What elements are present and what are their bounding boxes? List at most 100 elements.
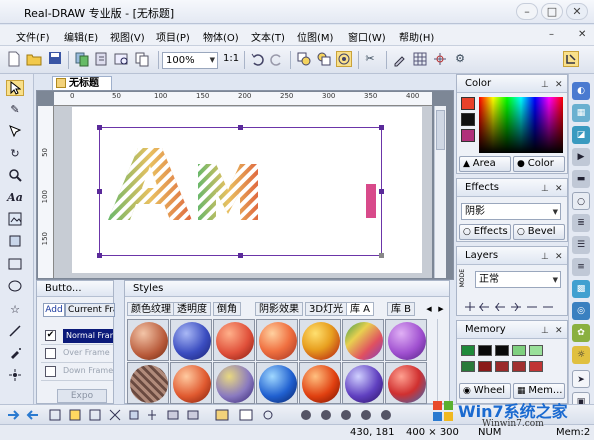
style-swatch[interactable] bbox=[342, 362, 384, 404]
navigator-panel-toggle-icon[interactable]: ◎ bbox=[572, 302, 590, 320]
memory-swatch[interactable] bbox=[478, 345, 492, 356]
resize-handle[interactable] bbox=[238, 125, 243, 130]
tab-color-texture[interactable]: 颜色纹理 bbox=[127, 302, 175, 316]
tab-color[interactable]: ● Color bbox=[513, 156, 565, 172]
checkbox[interactable] bbox=[45, 366, 56, 377]
eyedropper-icon[interactable] bbox=[392, 51, 408, 67]
text-tool-icon[interactable]: Aa bbox=[6, 190, 24, 206]
layers-panel-toggle-icon[interactable]: ☰ bbox=[572, 236, 590, 254]
resize-handle[interactable] bbox=[97, 189, 102, 194]
memory-swatch[interactable] bbox=[495, 345, 509, 356]
panel-close-icon[interactable]: ✕ bbox=[555, 249, 563, 266]
pin-icon[interactable]: ⊥ bbox=[541, 181, 549, 198]
document-tab[interactable]: 无标题 bbox=[52, 76, 112, 90]
menu-help[interactable]: 帮助(H) bbox=[399, 29, 434, 44]
tab-shadow[interactable]: 阴影效果 bbox=[255, 302, 303, 316]
tab-current-frame[interactable]: Current Fra bbox=[65, 303, 115, 317]
style-swatch[interactable] bbox=[170, 319, 212, 361]
line-tool-icon[interactable] bbox=[6, 324, 24, 340]
list-item[interactable]: Over Frame bbox=[41, 345, 113, 363]
resize-handle[interactable] bbox=[238, 253, 243, 258]
list-item[interactable]: ✔ Normal Frame bbox=[41, 327, 113, 345]
cursor-panel-toggle-icon[interactable]: ➤ bbox=[572, 370, 590, 388]
snap-icon[interactable] bbox=[432, 51, 448, 67]
tab-scroll-right-icon[interactable]: ▶ bbox=[435, 302, 447, 316]
pen-tool-icon[interactable]: ✎ bbox=[6, 102, 24, 118]
copy-icon[interactable] bbox=[134, 51, 150, 67]
node-edit-icon[interactable] bbox=[6, 124, 24, 140]
image-tool-icon[interactable] bbox=[6, 212, 24, 228]
scissors-icon[interactable]: ✂ bbox=[362, 51, 378, 67]
color-panel-toggle-icon[interactable]: ◐ bbox=[572, 82, 590, 100]
panel-close-icon[interactable]: ✕ bbox=[555, 181, 563, 198]
memory-swatch[interactable] bbox=[461, 361, 475, 372]
style-swatch[interactable] bbox=[127, 362, 169, 404]
grid-panel-toggle-icon[interactable]: ▩ bbox=[572, 280, 590, 298]
style-swatch[interactable] bbox=[299, 362, 341, 404]
mdi-minimize-button[interactable]: – bbox=[549, 29, 554, 40]
close-button[interactable]: ✕ bbox=[566, 3, 588, 20]
style-swatch[interactable] bbox=[213, 319, 255, 361]
stack-panel-toggle-icon[interactable]: ≣ bbox=[572, 214, 590, 232]
panel-close-icon[interactable]: ✕ bbox=[555, 77, 563, 94]
shape-group-icon[interactable] bbox=[336, 51, 352, 67]
memory-swatch[interactable] bbox=[495, 361, 509, 372]
texture-panel-toggle-icon[interactable]: ◪ bbox=[572, 126, 590, 144]
styles-scrollbar[interactable] bbox=[437, 319, 449, 401]
tab-bevel[interactable]: 倒角 bbox=[213, 302, 241, 316]
transform-icon[interactable]: ↻ bbox=[6, 146, 24, 162]
tab-add[interactable]: Add bbox=[43, 303, 65, 317]
pin-icon[interactable]: ⊥ bbox=[541, 323, 549, 340]
menu-file[interactable]: 文件(F) bbox=[16, 29, 50, 44]
menu-view[interactable]: 视图(V) bbox=[110, 29, 145, 44]
style-swatch[interactable] bbox=[385, 362, 427, 404]
line-panel-toggle-icon[interactable]: ▬ bbox=[572, 170, 590, 188]
layer-actions-toolbar[interactable] bbox=[463, 297, 563, 312]
menu-object[interactable]: 物体(O) bbox=[203, 29, 239, 44]
resize-handle[interactable] bbox=[97, 253, 102, 258]
tab-effects[interactable]: ○ Effects bbox=[459, 224, 511, 240]
tab-scroll-left-icon[interactable]: ◀ bbox=[423, 302, 435, 316]
style-swatch[interactable] bbox=[256, 362, 298, 404]
stroke-color-swatch[interactable] bbox=[461, 113, 475, 126]
ellipse-tool-icon[interactable] bbox=[6, 280, 24, 296]
tab-library-a[interactable]: 库 A bbox=[346, 302, 375, 316]
spray-tool-icon[interactable] bbox=[6, 346, 24, 362]
checkbox-checked[interactable]: ✔ bbox=[45, 330, 56, 341]
style-panel-toggle-icon[interactable]: ☼ bbox=[572, 346, 590, 364]
blend-mode-select[interactable]: 正常 ▼ bbox=[475, 271, 561, 288]
tab-area[interactable]: ▲ Area bbox=[459, 156, 511, 172]
undo-icon[interactable] bbox=[250, 51, 266, 67]
shape-front-icon[interactable] bbox=[296, 51, 312, 67]
accent-color-swatch[interactable] bbox=[461, 129, 475, 142]
menu-window[interactable]: 窗口(W) bbox=[348, 29, 386, 44]
print-preview-icon[interactable] bbox=[114, 51, 130, 67]
transform-tools-icon[interactable] bbox=[6, 408, 446, 422]
select-arrow-icon[interactable] bbox=[6, 80, 24, 96]
memory-swatch[interactable] bbox=[529, 345, 543, 356]
style-swatch[interactable] bbox=[213, 362, 255, 404]
mdi-close-button[interactable]: ✕ bbox=[578, 29, 586, 40]
gradient-panel-toggle-icon[interactable]: ▦ bbox=[572, 104, 590, 122]
effect-type-select[interactable]: 阴影 ▼ bbox=[461, 203, 561, 220]
maximize-button[interactable]: □ bbox=[541, 3, 563, 20]
style-swatch[interactable] bbox=[342, 319, 384, 361]
align-grid-icon[interactable] bbox=[412, 51, 428, 67]
resize-handle[interactable] bbox=[379, 125, 384, 130]
redo-icon[interactable] bbox=[268, 51, 284, 67]
tab-bevel-effect[interactable]: ○ Bevel bbox=[513, 224, 565, 240]
color-spectrum[interactable] bbox=[479, 97, 563, 153]
save-icon[interactable] bbox=[47, 51, 63, 67]
fill-color-swatch[interactable] bbox=[461, 97, 475, 110]
scroll-thumb[interactable] bbox=[436, 110, 445, 150]
export-button[interactable]: Expo bbox=[57, 389, 107, 403]
style-swatch[interactable] bbox=[170, 362, 212, 404]
export-icon[interactable] bbox=[94, 51, 110, 67]
library-panel-toggle-icon[interactable]: ✿ bbox=[572, 324, 590, 342]
memory-swatch[interactable] bbox=[461, 345, 475, 356]
list-item[interactable]: Down Frame bbox=[41, 363, 113, 381]
align-panel-toggle-icon[interactable]: ≡ bbox=[572, 258, 590, 276]
settings-icon[interactable]: ⚙ bbox=[452, 51, 468, 67]
resize-handle[interactable] bbox=[379, 189, 384, 194]
selection-box[interactable] bbox=[97, 125, 384, 258]
